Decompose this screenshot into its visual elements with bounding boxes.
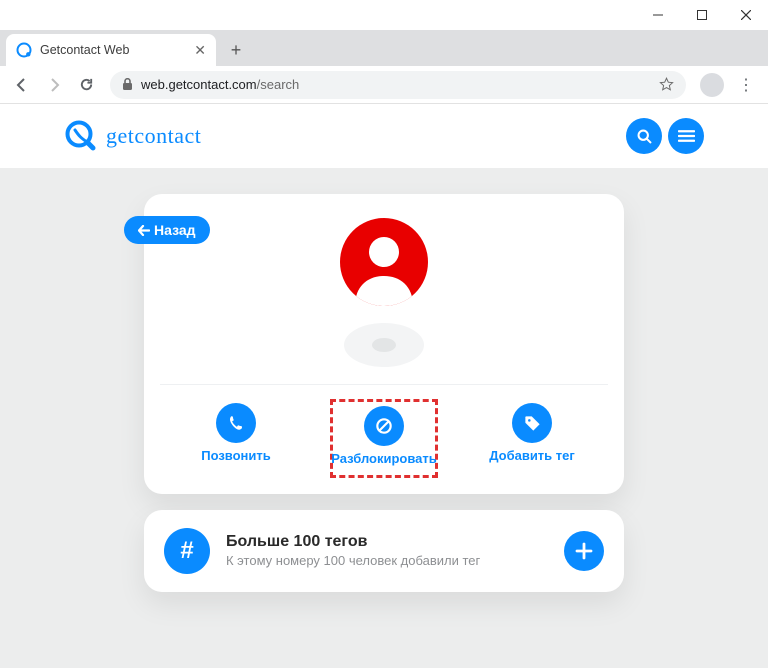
nav-forward-button[interactable] bbox=[40, 71, 68, 99]
call-label: Позвонить bbox=[201, 449, 271, 464]
browser-tab-active[interactable]: Getcontact Web ✕ bbox=[6, 34, 216, 66]
new-tab-button[interactable]: + bbox=[222, 36, 250, 64]
browser-toolbar: web.getcontact.com/search ⋮ bbox=[0, 66, 768, 104]
tags-card: # Больше 100 тегов К этому номеру 100 че… bbox=[144, 510, 624, 592]
window-titlebar bbox=[0, 0, 768, 30]
window-close-button[interactable] bbox=[724, 0, 768, 30]
add-tag-action[interactable]: Добавить тег bbox=[478, 403, 586, 478]
back-button[interactable]: Назад bbox=[124, 216, 210, 244]
hash-icon: # bbox=[164, 528, 210, 574]
page-body: getcontact Назад bbox=[0, 104, 768, 668]
window-maximize-button[interactable] bbox=[680, 0, 724, 30]
tag-icon bbox=[512, 403, 552, 443]
tags-title: Больше 100 тегов bbox=[226, 533, 480, 551]
arrow-left-icon bbox=[138, 225, 150, 236]
site-header: getcontact bbox=[0, 104, 768, 168]
profile-card: Назад Позвони bbox=[144, 194, 624, 494]
add-tag-button[interactable] bbox=[564, 531, 604, 571]
sound-wave-icon bbox=[342, 320, 426, 370]
profile-avatar-icon[interactable] bbox=[700, 73, 724, 97]
bookmark-star-icon[interactable] bbox=[659, 77, 674, 92]
brand-logo-icon bbox=[64, 119, 98, 153]
brand-logo[interactable]: getcontact bbox=[64, 119, 201, 153]
nav-back-button[interactable] bbox=[8, 71, 36, 99]
tags-subtitle: К этому номеру 100 человек добавили тег bbox=[226, 553, 480, 568]
lock-icon bbox=[122, 78, 133, 91]
header-menu-button[interactable] bbox=[668, 118, 704, 154]
url-host: web.getcontact.com bbox=[141, 77, 257, 92]
block-icon bbox=[364, 406, 404, 446]
add-tag-label: Добавить тег bbox=[489, 449, 575, 464]
tab-close-icon[interactable]: ✕ bbox=[194, 42, 206, 59]
brand-name: getcontact bbox=[106, 123, 201, 149]
window-minimize-button[interactable] bbox=[636, 0, 680, 30]
browser-menu-button[interactable]: ⋮ bbox=[732, 71, 760, 99]
contact-avatar bbox=[340, 218, 428, 306]
header-search-button[interactable] bbox=[626, 118, 662, 154]
tab-title: Getcontact Web bbox=[40, 43, 129, 57]
browser-tab-strip: Getcontact Web ✕ + bbox=[0, 30, 768, 66]
nav-reload-button[interactable] bbox=[72, 71, 100, 99]
address-bar[interactable]: web.getcontact.com/search bbox=[110, 71, 686, 99]
phone-icon bbox=[216, 403, 256, 443]
url-path: /search bbox=[257, 77, 300, 92]
unblock-action[interactable]: Разблокировать bbox=[330, 399, 438, 478]
unblock-label: Разблокировать bbox=[331, 452, 437, 467]
back-label: Назад bbox=[154, 222, 196, 238]
tab-favicon-icon bbox=[16, 42, 32, 58]
call-action[interactable]: Позвонить bbox=[182, 403, 290, 478]
